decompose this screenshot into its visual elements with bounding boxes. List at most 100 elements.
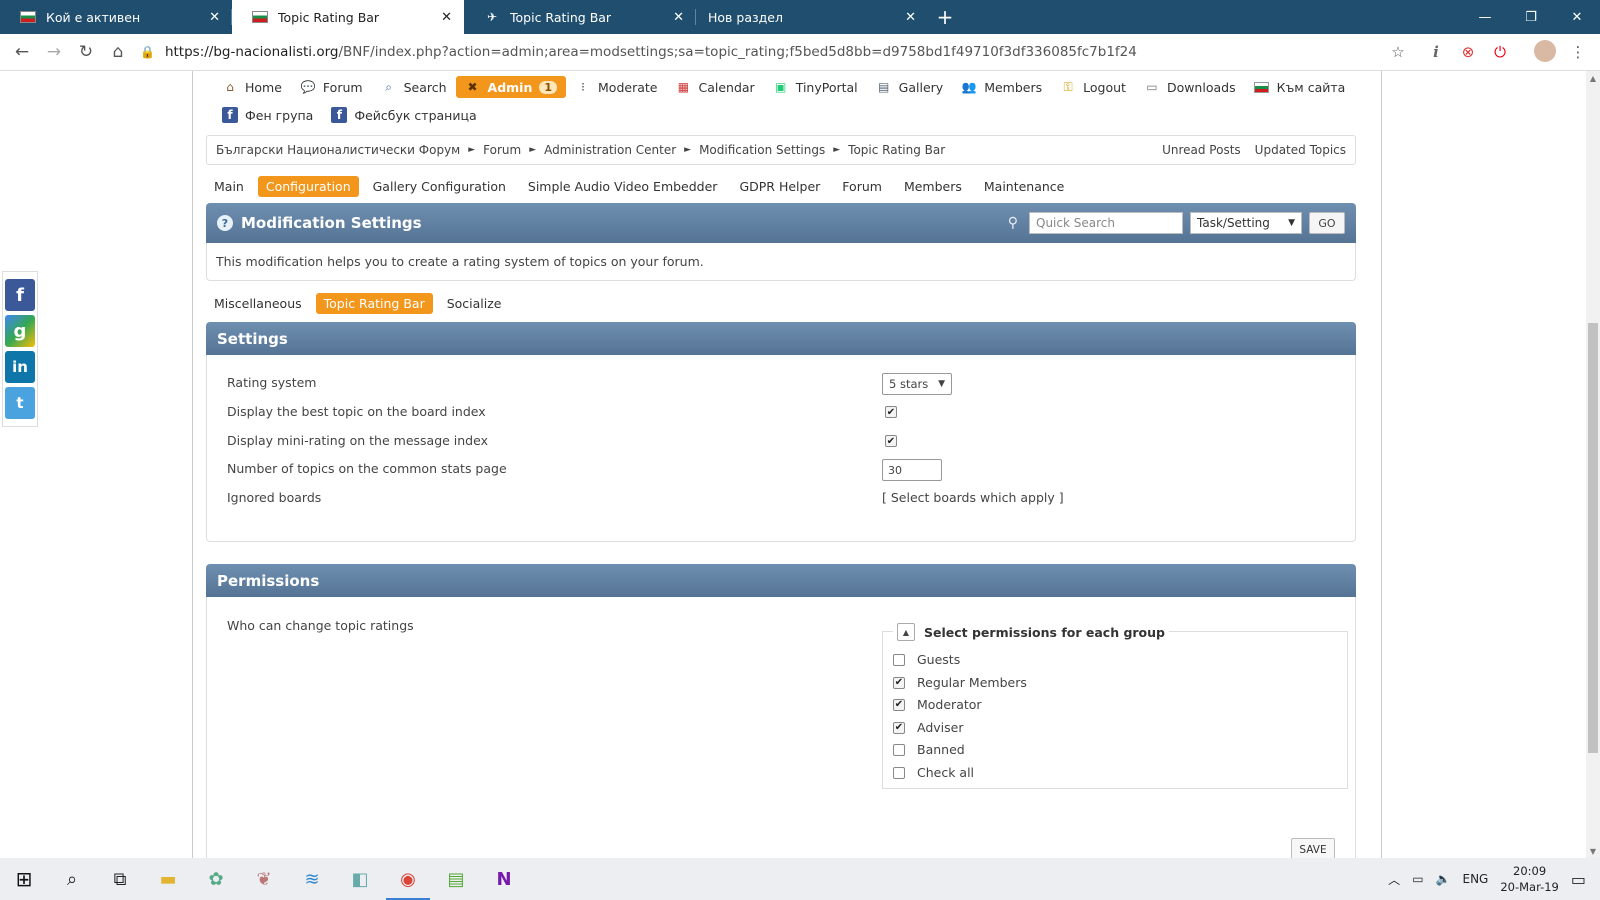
onenote-icon[interactable]: N: [480, 858, 528, 900]
close-tab-icon[interactable]: ✕: [905, 10, 916, 25]
reload-icon[interactable]: ↻: [70, 36, 102, 68]
num-topics-input[interactable]: 30: [882, 459, 942, 481]
home-icon[interactable]: ⌂: [102, 36, 134, 68]
windows-start-icon[interactable]: ⊞: [0, 858, 48, 900]
collapse-up-icon[interactable]: ▲: [897, 623, 915, 641]
browser-tab[interactable]: ✈ Topic Rating Bar ✕: [464, 0, 696, 34]
file-explorer-icon[interactable]: ▬: [144, 858, 192, 900]
app-icon[interactable]: ◧: [336, 858, 384, 900]
menu-calendar[interactable]: ▦ Calendar: [666, 76, 763, 98]
checkbox[interactable]: [893, 743, 905, 756]
facebook-share-icon[interactable]: f: [5, 279, 35, 311]
breadcrumb-link[interactable]: Administration Center: [544, 143, 676, 157]
volume-icon[interactable]: 🔈: [1436, 872, 1451, 886]
tab-gallery-configuration[interactable]: Gallery Configuration: [365, 176, 514, 197]
tab-maintenance[interactable]: Maintenance: [976, 176, 1073, 197]
close-tab-icon[interactable]: ✕: [209, 10, 220, 25]
breadcrumb-link[interactable]: Modification Settings: [699, 143, 825, 157]
browser-tab[interactable]: Кой е активен ✕: [0, 0, 232, 34]
updated-topics-link[interactable]: Updated Topics: [1255, 143, 1346, 157]
chevron-up-icon[interactable]: ︿: [1388, 871, 1400, 888]
check-all[interactable]: Check all: [893, 765, 974, 780]
unread-posts-link[interactable]: Unread Posts: [1162, 143, 1241, 157]
forward-icon[interactable]: →: [38, 36, 70, 68]
checkbox[interactable]: ✔: [893, 676, 905, 689]
chrome-icon[interactable]: ◉: [384, 858, 432, 900]
close-window-icon[interactable]: ✕: [1554, 0, 1600, 34]
tab-main[interactable]: Main: [206, 176, 252, 197]
breadcrumb-link[interactable]: Български Националистически Форум: [216, 143, 460, 157]
input-language[interactable]: ENG: [1462, 872, 1488, 886]
breadcrumb-link[interactable]: Forum: [483, 143, 521, 157]
restore-icon[interactable]: ❐: [1508, 0, 1554, 34]
menu-fan-group[interactable]: f Фен група: [213, 104, 322, 126]
rating-system-select[interactable]: 5 stars ▼: [882, 373, 952, 395]
network-icon[interactable]: ▭: [1412, 872, 1423, 886]
scrollbar-thumb[interactable]: [1588, 323, 1598, 753]
app-icon[interactable]: ✿: [192, 858, 240, 900]
info-extension-icon[interactable]: i: [1424, 40, 1448, 64]
checkbox[interactable]: [893, 766, 905, 779]
notepad-icon[interactable]: ▤: [432, 858, 480, 900]
scroll-up-icon[interactable]: ▲: [1586, 71, 1600, 85]
adblock-extension-icon[interactable]: ⊗: [1456, 40, 1480, 64]
tab-simple-audio-video-embedder[interactable]: Simple Audio Video Embedder: [520, 176, 726, 197]
select-boards-link[interactable]: [ Select boards which apply ]: [882, 490, 1064, 505]
search-type-select[interactable]: Task/Setting ▼: [1190, 212, 1302, 234]
tab-members[interactable]: Members: [896, 176, 970, 197]
checkbox[interactable]: ✔: [893, 698, 905, 711]
tab-forum[interactable]: Forum: [834, 176, 890, 197]
perm-group-banned[interactable]: Banned: [893, 742, 965, 757]
search-icon[interactable]: ⌕: [48, 858, 96, 900]
menu-members[interactable]: 👥 Members: [952, 76, 1051, 98]
checkbox[interactable]: ✔: [893, 721, 905, 734]
perm-group-moderator[interactable]: ✔ Moderator: [893, 697, 982, 712]
browser-tab[interactable]: Нов раздел ✕: [696, 0, 928, 34]
menu-facebook-page[interactable]: f Фейсбук страница: [322, 104, 485, 126]
best-topic-checkbox[interactable]: ✔: [885, 406, 897, 418]
notifications-icon[interactable]: ▭: [1571, 870, 1586, 889]
browser-tab-active[interactable]: Topic Rating Bar ✕: [232, 0, 464, 34]
twitter-share-icon[interactable]: t: [5, 387, 35, 419]
close-tab-icon[interactable]: ✕: [673, 10, 684, 25]
help-icon[interactable]: ?: [217, 215, 233, 231]
subtab-miscellaneous[interactable]: Miscellaneous: [206, 293, 310, 314]
menu-forum[interactable]: 💬 Forum: [291, 76, 372, 98]
menu-tinyportal[interactable]: ▣ TinyPortal: [764, 76, 867, 98]
menu-home[interactable]: ⌂ Home: [213, 76, 291, 98]
menu-search[interactable]: ⌕ Search: [372, 76, 456, 98]
google-share-icon[interactable]: g: [5, 315, 35, 347]
menu-admin[interactable]: ✖ Admin 1: [455, 76, 567, 98]
menu-kebab-icon[interactable]: ⋮: [1566, 40, 1590, 64]
linkedin-share-icon[interactable]: in: [5, 351, 35, 383]
perm-group-guests[interactable]: Guests: [893, 652, 960, 667]
checkbox[interactable]: [893, 653, 905, 666]
go-button[interactable]: GO: [1309, 212, 1345, 234]
menu-gallery[interactable]: ▤ Gallery: [867, 76, 953, 98]
minimize-icon[interactable]: —: [1462, 0, 1508, 34]
clock[interactable]: 20:09 20-Mar-19: [1500, 863, 1559, 895]
mini-rating-checkbox[interactable]: ✔: [885, 435, 897, 447]
perm-group-regular-members[interactable]: ✔ Regular Members: [893, 675, 1027, 690]
menu-downloads[interactable]: ▭ Downloads: [1135, 76, 1245, 98]
page-scrollbar[interactable]: ▲ ▼: [1586, 71, 1600, 858]
menu-logout[interactable]: ⚿ Logout: [1051, 76, 1135, 98]
tab-gdpr-helper[interactable]: GDPR Helper: [731, 176, 828, 197]
tab-configuration[interactable]: Configuration: [257, 176, 359, 197]
perm-group-adviser[interactable]: ✔ Adviser: [893, 720, 963, 735]
bookmark-star-icon[interactable]: ☆: [1386, 40, 1410, 64]
menu-moderate[interactable]: ⁝ Moderate: [566, 76, 666, 98]
scroll-down-icon[interactable]: ▼: [1586, 844, 1600, 858]
app-icon[interactable]: ≋: [288, 858, 336, 900]
profile-avatar[interactable]: [1534, 40, 1556, 62]
menu-to-site[interactable]: Към сайта: [1245, 76, 1355, 98]
address-bar[interactable]: 🔒 https://bg-nacionalisti.org/BNF/index.…: [140, 38, 1400, 66]
task-view-icon[interactable]: ⧉: [96, 858, 144, 900]
quick-search-input[interactable]: Quick Search: [1029, 212, 1183, 234]
close-tab-icon[interactable]: ✕: [441, 10, 452, 25]
save-button[interactable]: SAVE: [1291, 838, 1335, 858]
back-icon[interactable]: ←: [6, 36, 38, 68]
breadcrumb-current[interactable]: Topic Rating Bar: [848, 143, 945, 157]
app-icon[interactable]: ❦: [240, 858, 288, 900]
subtab-socialize[interactable]: Socialize: [439, 293, 510, 314]
